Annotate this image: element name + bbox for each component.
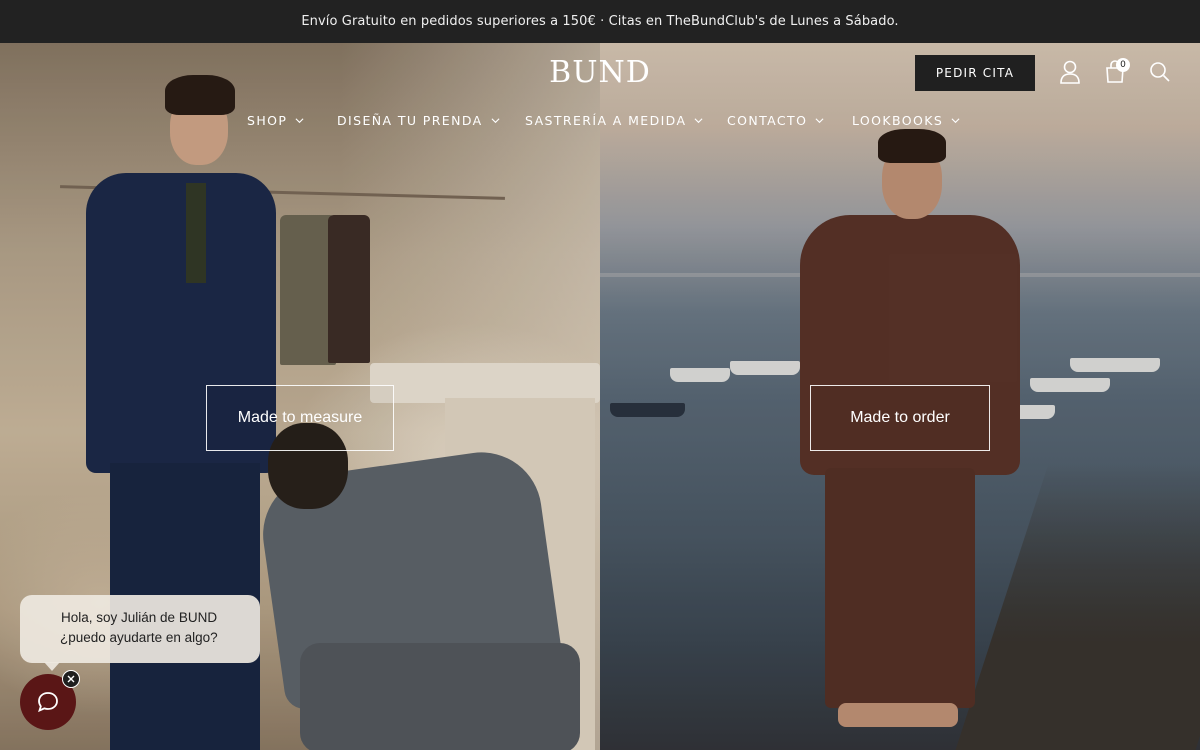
chat-bubble-tail <box>44 662 60 671</box>
pedir-cita-button[interactable]: PEDIR CITA <box>915 55 1035 91</box>
nav-item-label: CONTACTO <box>727 113 808 128</box>
chat-close-button[interactable] <box>62 670 80 688</box>
main-nav: SHOP DISEÑA TU PRENDA SASTRERÍA A MEDIDA… <box>0 113 1200 137</box>
nav-item-label: DISEÑA TU PRENDA <box>337 113 483 128</box>
bund-logo[interactable]: BUND <box>540 55 660 97</box>
announcement-bar: Envío Gratuito en pedidos superiores a 1… <box>0 0 1200 43</box>
made-to-order-button[interactable]: Made to order <box>810 385 990 451</box>
nav-item-disena-tu-prenda[interactable]: DISEÑA TU PRENDA <box>337 113 500 128</box>
chevron-down-icon <box>815 118 824 124</box>
close-icon <box>67 675 75 683</box>
nav-item-sastreria-a-medida[interactable]: SASTRERÍA A MEDIDA <box>525 113 703 128</box>
search-icon[interactable] <box>1147 58 1173 86</box>
announcement-text: Envío Gratuito en pedidos superiores a 1… <box>301 14 899 29</box>
cart-count-badge: 0 <box>1116 58 1130 72</box>
nav-item-label: SHOP <box>247 113 288 128</box>
chevron-down-icon <box>295 118 304 124</box>
chevron-down-icon <box>491 118 500 124</box>
nav-item-contacto[interactable]: CONTACTO <box>727 113 824 128</box>
made-to-measure-button[interactable]: Made to measure <box>206 385 394 451</box>
chat-greeting-bubble[interactable]: Hola, soy Julián de BUND ¿puedo ayudarte… <box>20 595 260 663</box>
nav-item-label: LOOKBOOKS <box>852 113 944 128</box>
chat-icon <box>38 692 58 713</box>
chevron-down-icon <box>694 118 703 124</box>
nav-item-lookbooks[interactable]: LOOKBOOKS <box>852 113 960 128</box>
chevron-down-icon <box>951 118 960 124</box>
chat-greeting-line: ¿puedo ayudarte en algo? <box>60 630 218 645</box>
account-icon[interactable] <box>1057 58 1083 86</box>
nav-item-label: SASTRERÍA A MEDIDA <box>525 113 687 128</box>
chat-greeting-line: Hola, soy Julián de BUND <box>61 610 218 625</box>
nav-item-shop[interactable]: SHOP <box>247 113 304 128</box>
